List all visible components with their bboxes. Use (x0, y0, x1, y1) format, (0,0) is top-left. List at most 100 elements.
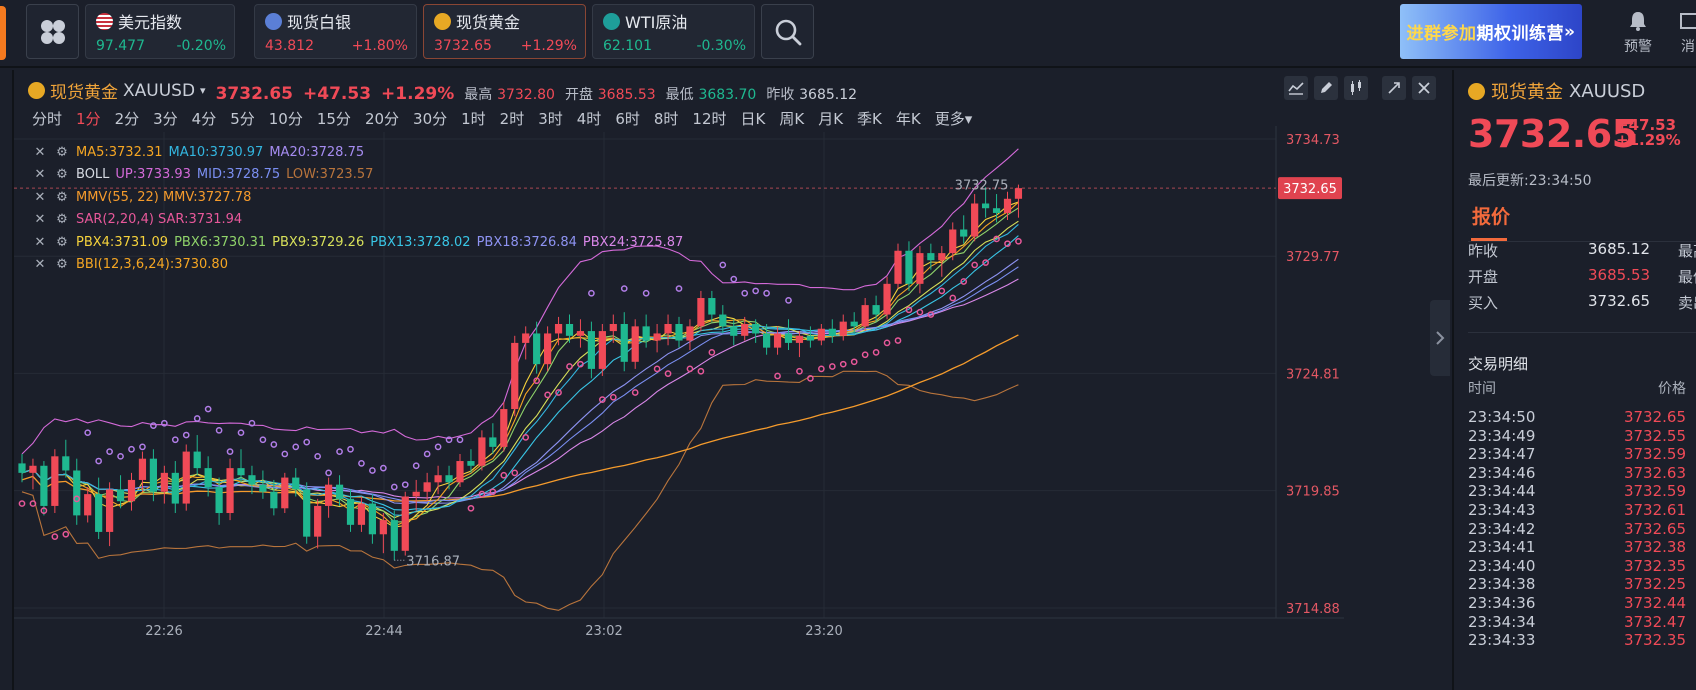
candle-body (478, 437, 486, 466)
search-button[interactable] (761, 4, 814, 59)
period-5[interactable]: 5分 (230, 108, 255, 129)
candle-body (741, 324, 749, 336)
remove-indicator-icon[interactable]: ✕ (32, 167, 48, 184)
candle-body (303, 489, 311, 537)
sar-point (18, 500, 26, 507)
message-button[interactable]: 消 (1680, 10, 1696, 56)
search-icon (775, 19, 801, 45)
period-7[interactable]: 15分 (317, 108, 351, 129)
fullscreen-button[interactable] (1382, 76, 1406, 100)
deals-title: 交易明细 (1468, 355, 1529, 373)
sar-point (139, 443, 146, 451)
y-axis-label: 3719.85 (1286, 485, 1340, 500)
tab-quote[interactable]: 报价 (1472, 202, 1510, 229)
sar-point (423, 450, 431, 458)
deal-price: 3732.55 (1623, 426, 1686, 445)
apps-menu-button[interactable] (26, 4, 79, 59)
period-11[interactable]: 2时 (500, 108, 525, 129)
sar-point (511, 469, 519, 477)
settings-icon[interactable]: ⚙ (54, 190, 70, 206)
candle-body (992, 208, 1001, 213)
sar-point (336, 448, 343, 455)
collapse-sidebar-button[interactable] (1430, 300, 1450, 376)
candle-body (368, 503, 376, 535)
period-3[interactable]: 3分 (153, 108, 178, 129)
period-0[interactable]: 分时 (32, 108, 62, 129)
candle-body (708, 298, 716, 315)
period-17[interactable]: 日K (741, 108, 766, 129)
settings-icon[interactable]: ⚙ (54, 212, 70, 228)
boll-mid-line (21, 266, 1019, 503)
deal-row: 23:34:36 3732.44 (1468, 594, 1686, 612)
candle-body (894, 250, 902, 284)
alert-button[interactable]: 预警 (1624, 10, 1652, 56)
oil-icon (603, 12, 620, 30)
deal-time: 23:34:49 (1468, 426, 1536, 445)
period-9[interactable]: 30分 (413, 108, 447, 129)
candle-body (850, 321, 858, 327)
candle-body (325, 484, 333, 506)
sar-point (62, 530, 70, 538)
promo-banner[interactable]: 进群参加 期权训练营» (1400, 4, 1582, 59)
chart-type-button[interactable] (1344, 76, 1368, 100)
candle-body (270, 491, 278, 509)
candle-body (522, 333, 530, 343)
remove-indicator-icon[interactable]: ✕ (32, 190, 48, 206)
sar-point (883, 339, 891, 347)
ticker-gold[interactable]: 现货黄金 3732.65 +1.29% (423, 4, 586, 59)
settings-icon[interactable]: ⚙ (54, 167, 70, 184)
period-13[interactable]: 4时 (577, 108, 602, 129)
period-8[interactable]: 20分 (365, 108, 399, 129)
candle-body (861, 305, 869, 327)
draw-button[interactable] (1314, 76, 1338, 100)
period-18[interactable]: 周K (779, 108, 804, 129)
candle-body (95, 494, 103, 532)
candle-body (675, 324, 683, 341)
ticker-silver[interactable]: 现货白银 43.812 +1.80% (254, 4, 417, 59)
sar-point (588, 289, 595, 297)
period-10[interactable]: 1时 (461, 108, 486, 129)
indicator-value: PBX13:3728.02 (370, 234, 471, 250)
period-20[interactable]: 季K (857, 108, 882, 129)
deal-time: 23:34:50 (1468, 408, 1536, 426)
ticker-wti-oil[interactable]: WTI原油 62.101 -0.30% (592, 4, 755, 59)
period-12[interactable]: 3时 (538, 108, 563, 129)
caret-down-icon: ▾ (200, 84, 206, 97)
candle-body (653, 333, 661, 341)
symbol-selector[interactable]: 现货黄金 XAUUSD ▾ (28, 78, 206, 103)
settings-icon[interactable]: ⚙ (54, 235, 70, 251)
close-chart-button[interactable] (1412, 76, 1436, 100)
period-19[interactable]: 月K (818, 108, 843, 129)
period-4[interactable]: 4分 (192, 108, 217, 129)
sar-point (719, 261, 727, 269)
settings-icon[interactable]: ⚙ (54, 257, 70, 273)
period-16[interactable]: 12时 (692, 108, 726, 129)
remove-indicator-icon[interactable]: ✕ (32, 235, 48, 251)
candle-body (215, 487, 223, 514)
ticker-dollar-index[interactable]: 美元指数 97.477 -0.20% (85, 4, 235, 59)
period-14[interactable]: 6时 (615, 108, 640, 129)
pencil-icon (1321, 82, 1332, 93)
sar-point (95, 457, 103, 465)
period-21[interactable]: 年K (896, 108, 921, 129)
sar-point (182, 431, 190, 439)
period-6[interactable]: 10分 (269, 108, 303, 129)
pbx13-line (21, 235, 1019, 511)
candle-body (314, 505, 322, 537)
indicator-button[interactable] (1284, 76, 1308, 100)
quote-title: 现货黄金 XAUUSD (1468, 78, 1645, 104)
period-2[interactable]: 2分 (115, 108, 140, 129)
period-1[interactable]: 1分 (76, 108, 101, 129)
sar-point (730, 275, 738, 283)
period-22[interactable]: 更多▾ (935, 108, 973, 129)
settings-icon[interactable]: ⚙ (54, 145, 70, 161)
candle-body (784, 333, 793, 343)
remove-indicator-icon[interactable]: ✕ (32, 212, 48, 228)
candle-body (248, 475, 256, 485)
sar-point (467, 504, 475, 512)
remove-indicator-icon[interactable]: ✕ (32, 145, 48, 161)
remove-indicator-icon[interactable]: ✕ (32, 257, 48, 273)
period-15[interactable]: 8时 (654, 108, 679, 129)
indicator-value: MMV(55, 22) MMV:3727.78 (76, 189, 252, 205)
sar-point (894, 337, 902, 344)
